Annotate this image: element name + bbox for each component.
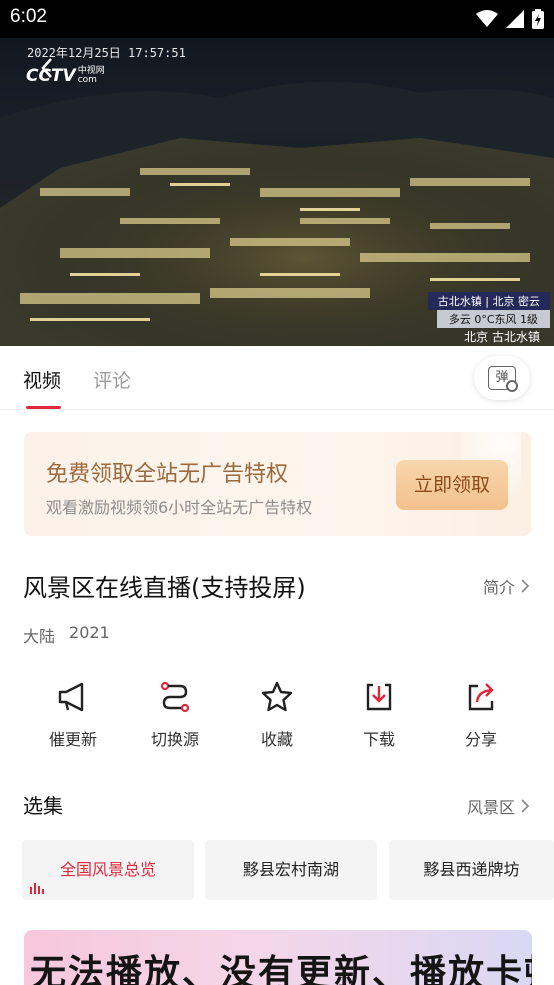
tab-comments[interactable]: 评论: [93, 366, 131, 393]
chevron-right-icon: [521, 799, 530, 813]
episode-item[interactable]: 黟县西递牌坊: [389, 840, 554, 900]
episodes-title: 选集: [23, 794, 63, 818]
signal-icon: [506, 10, 524, 28]
gear-icon: [506, 380, 518, 392]
download-icon: [366, 683, 392, 711]
promo-title: 免费领取全站无广告特权: [46, 462, 289, 487]
episode-label: 黟县宏村南湖: [242, 860, 339, 879]
megaphone-icon: [58, 682, 84, 712]
status-bar: 6:02: [0, 0, 554, 38]
action-label: 切换源: [150, 730, 199, 749]
show-region: 大陆: [23, 627, 56, 646]
action-row: 催更新 切换源 收藏 下载 分享: [22, 680, 532, 760]
favorite-button[interactable]: 收藏: [226, 680, 328, 750]
download-button[interactable]: 下载: [328, 680, 430, 750]
share-button[interactable]: 分享: [430, 680, 532, 750]
action-label: 收藏: [260, 730, 293, 749]
caption-location: 古北水镇 | 北京 密云: [427, 292, 550, 310]
switch-source-button[interactable]: 切换源: [124, 680, 226, 750]
action-label: 催更新: [48, 730, 97, 749]
intro-link[interactable]: 简介: [483, 574, 530, 598]
caption-weather: 多云 0°C东风 1级: [436, 310, 550, 328]
action-label: 分享: [464, 730, 497, 749]
episode-label: 全国风景总览: [59, 860, 156, 879]
action-label: 下载: [362, 730, 395, 749]
share-icon: [468, 683, 494, 711]
battery-charging-icon: [532, 9, 544, 29]
intro-label: 简介: [482, 578, 515, 597]
wifi-icon: [476, 10, 498, 27]
star-icon: [261, 681, 293, 712]
episodes-more-label: 风景区: [466, 798, 515, 817]
page-title: 风景区在线直播(支持投屏): [23, 574, 306, 602]
playing-bars-icon: [30, 883, 44, 894]
chevron-right-icon: [521, 579, 530, 593]
show-year: 2021: [69, 623, 110, 642]
episode-label: 黟县西递牌坊: [423, 860, 520, 879]
switch-source-icon: [160, 681, 190, 713]
episode-item[interactable]: 黟县宏村南湖: [205, 840, 377, 900]
status-time: 6:02: [10, 6, 47, 27]
cctv-logo: CCTV 中视网 com: [26, 66, 105, 86]
tab-video[interactable]: 视频: [23, 366, 61, 393]
show-meta: 大陆 2021: [23, 623, 110, 647]
caption-place: 北京 古北水镇: [464, 330, 540, 344]
tab-indicator: [26, 406, 61, 409]
danmu-toggle-button[interactable]: 弹: [474, 356, 530, 400]
logo-com: com: [77, 75, 97, 85]
claim-now-button[interactable]: 立即领取: [396, 460, 508, 510]
help-banner[interactable]: 无法播放、没有更新、播放卡顿: [24, 930, 532, 985]
promo-card: 免费领取全站无广告特权 观看激励视频领6小时全站无广告特权 立即领取: [24, 432, 531, 536]
status-icons: [476, 8, 544, 30]
episodes-more-link[interactable]: 风景区: [467, 794, 530, 818]
promo-subtitle: 观看激励视频领6小时全站无广告特权: [46, 498, 313, 517]
banner-text: 无法播放、没有更新、播放卡顿: [30, 953, 532, 985]
urge-update-button[interactable]: 催更新: [22, 680, 124, 750]
video-player[interactable]: 2022年12月25日 17:57:51 CCTV 中视网 com 古北水镇 |…: [0, 38, 554, 346]
logo-text: CCTV: [26, 66, 76, 86]
tab-bar: 视频 评论 弹: [0, 346, 554, 410]
episode-item[interactable]: 全国风景总览: [22, 840, 194, 900]
